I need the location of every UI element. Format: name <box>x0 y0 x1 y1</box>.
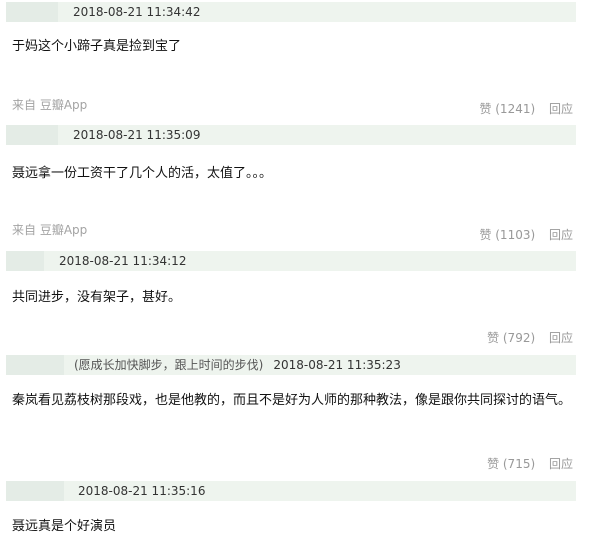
comment-header: (愿成长加快脚步，跟上时间的步伐) 2018-08-21 11:35:23 <box>6 355 576 375</box>
reply-button[interactable]: 回应 <box>549 329 573 346</box>
comment-timestamp: 2018-08-21 11:35:16 <box>78 484 206 498</box>
comment-item: 2018-08-21 11:35:09 聂远拿一份工资干了几个人的活，太值了。。… <box>0 125 589 250</box>
vote-button[interactable]: 赞 (1103) <box>479 226 535 243</box>
comment-source: 来自 豆瓣App <box>12 98 88 112</box>
comment-actions: 赞 (1241) 回应 <box>479 100 573 117</box>
comment-item: 2018-08-21 11:35:16 聂远真是个好演员 <box>0 478 589 545</box>
vote-button[interactable]: 赞 (715) <box>487 455 535 472</box>
comment-header: 2018-08-21 11:35:09 <box>6 125 576 145</box>
comment-header: 2018-08-21 11:34:42 <box>6 2 576 22</box>
blurred-username[interactable] <box>6 125 58 145</box>
user-signature: (愿成长加快脚步，跟上时间的步伐) <box>74 358 264 372</box>
comment-text: 聂远拿一份工资干了几个人的活，太值了。。。 <box>12 166 273 181</box>
comment-text: 聂远真是个好演员 <box>12 519 117 534</box>
comment-source: 来自 豆瓣App <box>12 223 88 237</box>
reply-button[interactable]: 回应 <box>549 226 573 243</box>
comment-text: 秦岚看见荔枝树那段戏，也是他教的，而且不是好为人师的那种教法，像是跟你共同探讨的… <box>12 393 572 408</box>
vote-button[interactable]: 赞 (1241) <box>479 100 535 117</box>
comment-timestamp: 2018-08-21 11:35:23 <box>273 358 401 372</box>
comment-actions: 赞 (792) 回应 <box>487 329 573 346</box>
comment-actions: 赞 (715) 回应 <box>487 455 573 472</box>
comment-timestamp: 2018-08-21 11:34:12 <box>59 254 187 268</box>
comment-timestamp: 2018-08-21 11:34:42 <box>73 5 201 19</box>
comment-item: 2018-08-21 11:34:42 于妈这个小蹄子真是捡到宝了 来自 豆瓣A… <box>0 0 589 125</box>
blurred-username[interactable] <box>6 481 64 501</box>
comment-actions: 赞 (1103) 回应 <box>479 226 573 243</box>
reply-button[interactable]: 回应 <box>549 455 573 472</box>
comment-text: 共同进步，没有架子，甚好。 <box>12 290 182 305</box>
comment-text: 于妈这个小蹄子真是捡到宝了 <box>12 39 182 54</box>
comment-item: 2018-08-21 11:34:12 共同进步，没有架子，甚好。 赞 (792… <box>0 250 589 350</box>
blurred-username[interactable] <box>6 2 58 22</box>
comment-timestamp: 2018-08-21 11:35:09 <box>73 128 201 142</box>
comment-meta: (愿成长加快脚步，跟上时间的步伐) 2018-08-21 11:35:23 <box>74 355 401 375</box>
blurred-username[interactable] <box>6 355 64 375</box>
comment-header: 2018-08-21 11:35:16 <box>6 481 576 501</box>
comment-item: (愿成长加快脚步，跟上时间的步伐) 2018-08-21 11:35:23 秦岚看… <box>0 350 589 478</box>
reply-button[interactable]: 回应 <box>549 100 573 117</box>
blurred-username[interactable] <box>6 251 44 271</box>
comment-header: 2018-08-21 11:34:12 <box>6 251 576 271</box>
vote-button[interactable]: 赞 (792) <box>487 329 535 346</box>
